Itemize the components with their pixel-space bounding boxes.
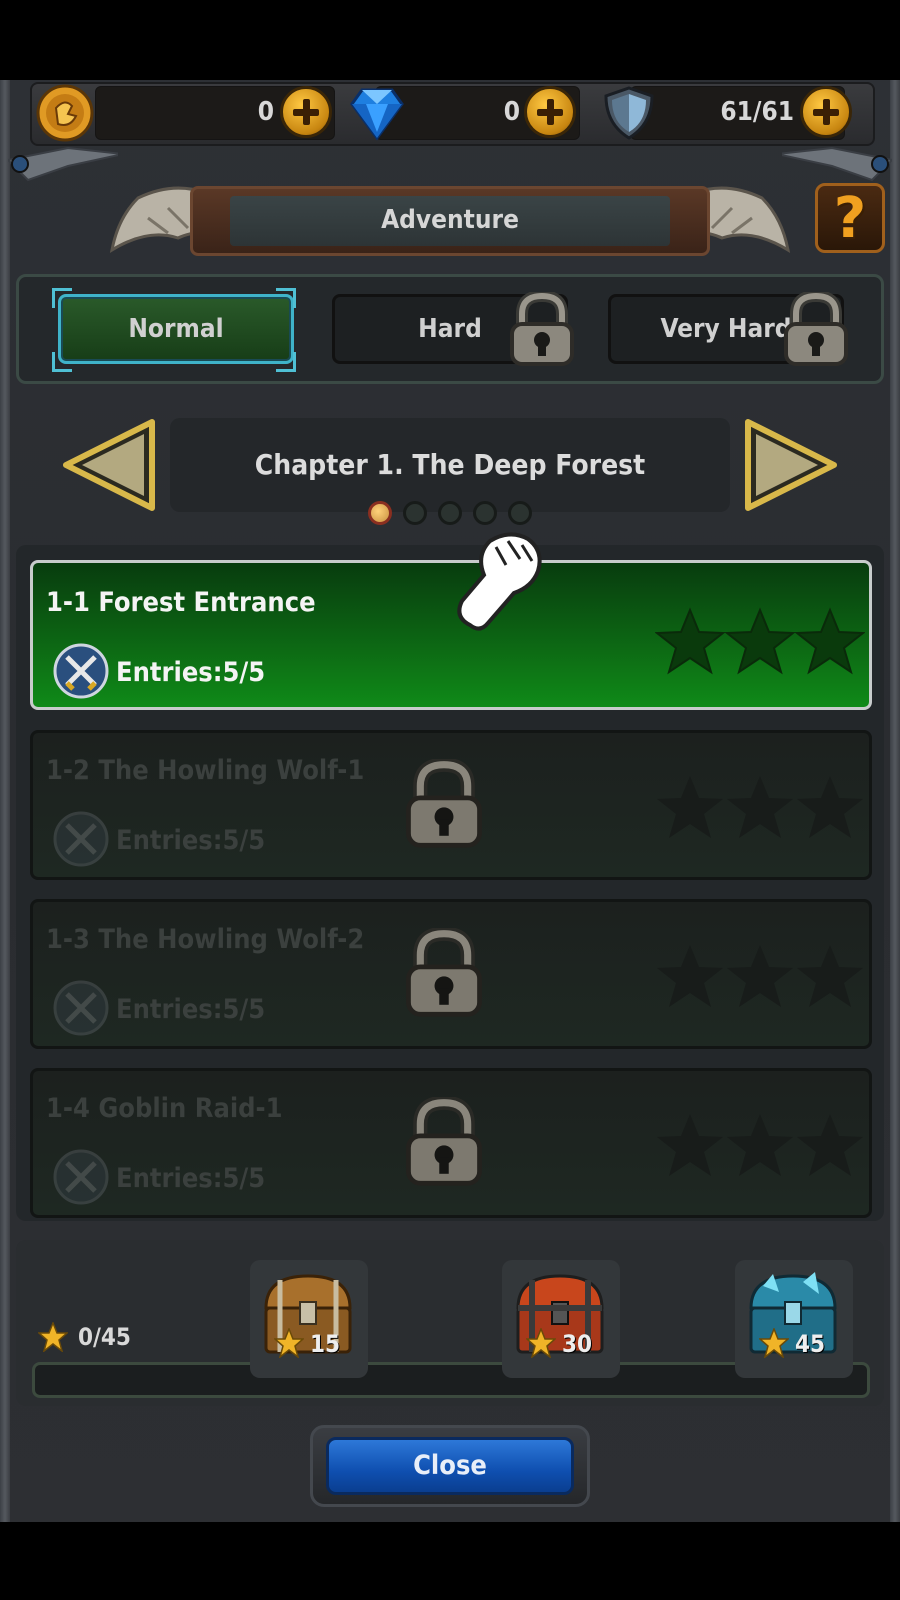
- arrow-left-icon: [63, 419, 155, 511]
- chapter-title: Chapter 1. The Deep Forest: [254, 448, 646, 481]
- shield-icon: [600, 84, 658, 142]
- red-chest-icon: [510, 1268, 610, 1358]
- stage-entries: Entries:5/5: [116, 657, 266, 688]
- next-chapter-button[interactable]: [744, 418, 838, 512]
- star-progress-text: 0/45: [78, 1323, 131, 1351]
- chest-star-requirement: 45: [795, 1330, 826, 1358]
- frame-left-edge: [0, 80, 10, 1522]
- stage-stars: [655, 1111, 865, 1181]
- lock-icon: [504, 289, 580, 368]
- chapter-page-dot[interactable]: [368, 501, 392, 525]
- star-icon: [525, 1326, 557, 1359]
- stage-card-1-3[interactable]: 1-3 The Howling Wolf-2 Entries:5/5: [30, 899, 872, 1049]
- lock-icon: [399, 757, 489, 851]
- gem-value: 0: [503, 97, 520, 127]
- star-icon: [758, 1326, 790, 1359]
- star-icon: [273, 1326, 305, 1359]
- add-gems-button[interactable]: [524, 86, 576, 138]
- stage-entries: Entries:5/5: [116, 1163, 266, 1194]
- frame-right-edge: [890, 80, 900, 1522]
- stage-name: 1-1 Forest Entrance: [46, 587, 316, 618]
- stage-entries: Entries:5/5: [116, 825, 266, 856]
- crossed-swords-icon: [53, 1149, 109, 1205]
- page-title: Adventure: [381, 205, 519, 235]
- stage-name: 1-4 Goblin Raid-1: [46, 1093, 283, 1124]
- arrow-right-icon: [745, 419, 837, 511]
- tab-corner-ornament-icon: [52, 352, 72, 372]
- corner-ornament-icon: [5, 140, 124, 200]
- chapter-page-dot[interactable]: [473, 501, 497, 525]
- chest-star-requirement: 30: [562, 1330, 593, 1358]
- stage-name: 1-2 The Howling Wolf-1: [46, 755, 365, 786]
- stage-entries: Entries:5/5: [116, 994, 266, 1025]
- chest-star-requirement: 15: [310, 1330, 341, 1358]
- tab-very-hard-label: Very Hard: [660, 314, 792, 344]
- tab-corner-ornament-icon: [276, 288, 296, 308]
- bottom-letterbox: [0, 1522, 900, 1600]
- gold-value: 0: [257, 97, 274, 127]
- chapter-page-dot[interactable]: [403, 501, 427, 525]
- question-mark-icon: ?: [833, 186, 867, 251]
- star-icon: [37, 1320, 69, 1353]
- tab-hard-label: Hard: [418, 314, 482, 344]
- gold-coin-icon: [36, 84, 94, 142]
- add-gold-button[interactable]: [280, 86, 332, 138]
- reward-chest-3[interactable]: 45: [735, 1260, 853, 1378]
- tab-corner-ornament-icon: [276, 352, 296, 372]
- tab-corner-ornament-icon: [52, 288, 72, 308]
- chapter-page-dot[interactable]: [508, 501, 532, 525]
- stage-card-1-4[interactable]: 1-4 Goblin Raid-1 Entries:5/5: [30, 1068, 872, 1218]
- tab-normal[interactable]: Normal: [58, 294, 294, 364]
- stage-card-1-2[interactable]: 1-2 The Howling Wolf-1 Entries:5/5: [30, 730, 872, 880]
- stamina-value: 61/61: [720, 97, 794, 127]
- stage-stars: [654, 607, 866, 677]
- tutorial-pointer-hand-icon: [440, 525, 550, 645]
- crystal-chest-icon: [743, 1268, 843, 1358]
- lock-icon: [399, 926, 489, 1020]
- reward-chest-1[interactable]: 15: [250, 1260, 368, 1378]
- prev-chapter-button[interactable]: [62, 418, 156, 512]
- lock-icon: [399, 1095, 489, 1189]
- add-stamina-button[interactable]: [800, 86, 852, 138]
- reward-chest-2[interactable]: 30: [502, 1260, 620, 1378]
- top-letterbox: [0, 0, 900, 80]
- help-button[interactable]: ?: [815, 183, 885, 253]
- lock-icon: [778, 289, 854, 368]
- crossed-swords-icon: [53, 980, 109, 1036]
- stage-name: 1-3 The Howling Wolf-2: [46, 924, 365, 955]
- crossed-swords-icon: [53, 643, 109, 699]
- crossed-swords-icon: [53, 811, 109, 867]
- tab-normal-label: Normal: [128, 314, 224, 344]
- chapter-page-dot[interactable]: [438, 501, 462, 525]
- stage-stars: [655, 942, 865, 1012]
- stage-stars: [655, 773, 865, 843]
- wooden-chest-icon: [258, 1268, 358, 1358]
- diamond-icon: [348, 84, 406, 142]
- close-button[interactable]: Close: [326, 1437, 574, 1495]
